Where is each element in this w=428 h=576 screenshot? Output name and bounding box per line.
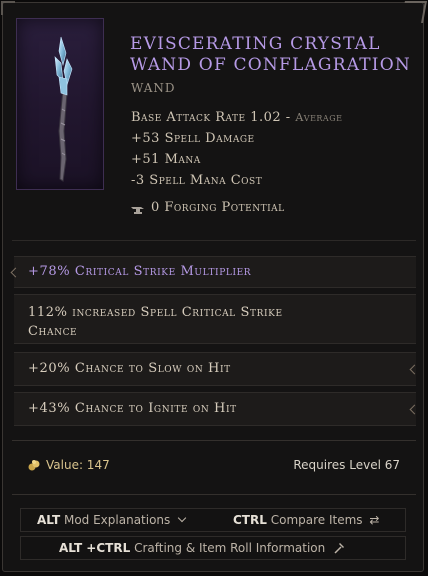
affix-row[interactable]: +78% Critical Strike Multiplier	[10, 256, 416, 288]
alt-key-label: ALT	[37, 513, 61, 527]
item-name: Eviscerating Crystal Wand of Conflagrati…	[130, 34, 420, 76]
affix-text: 112% increased Spell Critical Strike	[28, 305, 283, 320]
chevron-down-icon	[177, 513, 187, 523]
item-footer: Value: 147 Requires Level 67	[28, 458, 400, 476]
divider	[12, 494, 416, 495]
base-attack-rate-qualifier: Average	[295, 111, 343, 124]
implicit-stat: -3 Spell Mana Cost	[131, 173, 263, 188]
item-type: WAND	[131, 81, 176, 95]
item-value: Value: 147	[28, 458, 110, 472]
forging-potential-label: 0 Forging Potential	[151, 200, 285, 215]
implicit-stat: +53 Spell Damage	[131, 131, 255, 146]
affix-text: +43% Chance to Ignite on Hit	[28, 401, 237, 416]
item-portrait	[16, 18, 104, 190]
item-name-line-1: Eviscerating Crystal	[130, 34, 381, 54]
affix-text-continued: Chance	[28, 324, 78, 339]
divider	[12, 440, 416, 441]
item-name-line-2: Wand of Conflagration	[130, 55, 411, 75]
compare-items-label: Compare Items	[270, 513, 363, 527]
base-attack-rate: Base Attack Rate 1.02 - Average	[131, 110, 342, 125]
hotkey-hints-row: ALT Mod Explanations CTRL Compare Items …	[20, 508, 406, 532]
crystal-wand-icon	[54, 36, 73, 182]
crafting-info-label: Crafting & Item Roll Information	[134, 541, 326, 555]
compare-items-hint[interactable]: CTRL Compare Items ⇄	[233, 513, 379, 527]
affix-row[interactable]: +43% Chance to Ignite on Hit	[14, 392, 420, 426]
divider	[12, 240, 416, 241]
ctrl-key-label: CTRL	[233, 513, 267, 527]
item-value-label: Value: 147	[46, 458, 110, 472]
mod-explanations-hint[interactable]: ALT Mod Explanations	[37, 513, 187, 527]
crafting-info-hint[interactable]: ALT +CTRL Crafting & Item Roll Informati…	[59, 541, 345, 557]
anvil-icon	[131, 204, 145, 214]
frame-corner-decoration	[1, 1, 15, 15]
affix-row[interactable]: 112% increased Spell Critical Strike Cha…	[14, 294, 416, 344]
frame-corner-decoration	[401, 1, 427, 23]
alt-ctrl-key-label: ALT +CTRL	[59, 541, 131, 555]
level-requirement: Requires Level 67	[293, 458, 400, 472]
affix-text: +78% Critical Strike Multiplier	[28, 264, 252, 279]
compare-arrows-icon: ⇄	[369, 513, 380, 527]
affix-text: +20% Chance to Slow on Hit	[28, 361, 231, 376]
affix-row[interactable]: +20% Chance to Slow on Hit	[14, 352, 420, 386]
hammer-icon	[333, 542, 345, 557]
implicit-stat: +51 Mana	[131, 152, 201, 167]
base-attack-rate-label: Base Attack Rate 1.02 -	[131, 110, 296, 125]
crafting-hint-row: ALT +CTRL Crafting & Item Roll Informati…	[20, 536, 406, 560]
forging-potential: 0 Forging Potential	[131, 200, 285, 215]
mod-explanations-label: Mod Explanations	[63, 513, 171, 527]
gold-coins-icon	[28, 459, 40, 471]
